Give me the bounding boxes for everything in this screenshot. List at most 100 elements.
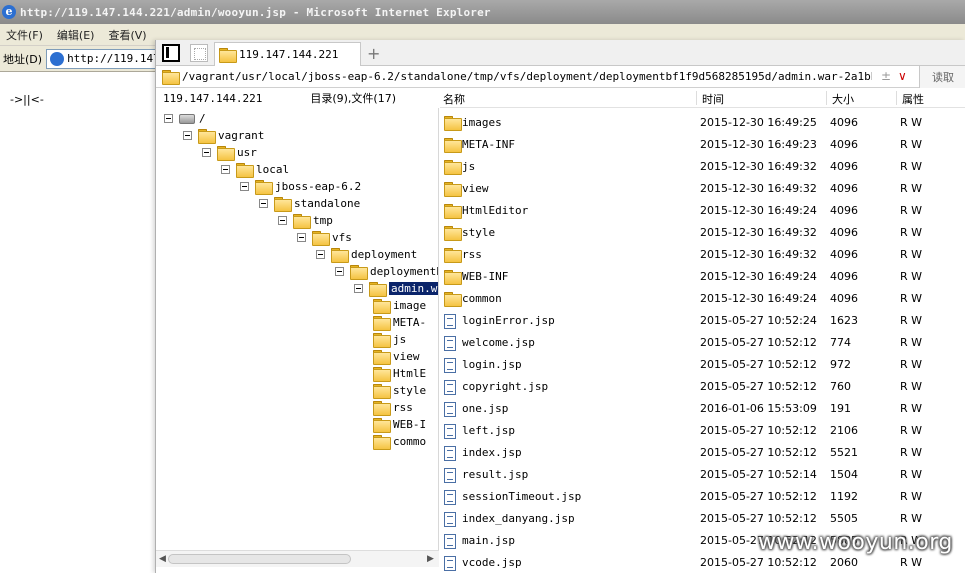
- menu-view[interactable]: 查看(V): [108, 27, 146, 43]
- chevron-down-icon[interactable]: ∨: [898, 69, 907, 83]
- file-row[interactable]: left.jsp 2015-05-27 10:52:12 2106 R W: [440, 420, 965, 442]
- column-size[interactable]: 大小: [832, 91, 854, 107]
- tree-item-label: deployment: [351, 248, 418, 261]
- scroll-left-icon[interactable]: ◀: [159, 554, 166, 564]
- file-attr: R W: [900, 248, 923, 261]
- menu-file[interactable]: 文件(F): [6, 27, 43, 43]
- collapse-toggle-icon[interactable]: [240, 182, 249, 191]
- path-input[interactable]: /vagrant/usr/local/jboss-eap-6.2/standal…: [182, 70, 872, 83]
- scroll-right-icon[interactable]: ▶: [427, 554, 434, 564]
- file-row[interactable]: META-INF 2015-12-30 16:49:23 4096 R W: [440, 134, 965, 156]
- address-value: http://119.147: [67, 52, 160, 65]
- file-row[interactable]: welcome.jsp 2015-05-27 10:52:12 774 R W: [440, 332, 965, 354]
- file-row[interactable]: js 2015-12-30 16:49:32 4096 R W: [440, 156, 965, 178]
- file-size: 4096: [830, 160, 858, 173]
- menu-edit[interactable]: 编辑(E): [57, 27, 95, 43]
- file-row[interactable]: WEB-INF 2015-12-30 16:49:24 4096 R W: [440, 266, 965, 288]
- file-row[interactable]: HtmlEditor 2015-12-30 16:49:24 4096 R W: [440, 200, 965, 222]
- tree-item[interactable]: vagrant: [183, 127, 264, 144]
- column-name[interactable]: 名称: [443, 91, 465, 107]
- folder-icon: [373, 435, 391, 450]
- folder-icon: [444, 292, 462, 307]
- file-row[interactable]: rss 2015-12-30 16:49:32 4096 R W: [440, 244, 965, 266]
- file-row[interactable]: loginError.jsp 2015-05-27 10:52:24 1623 R W: [440, 310, 965, 332]
- file-attr: R W: [900, 556, 923, 569]
- column-time[interactable]: 时间: [702, 91, 724, 107]
- tree-item[interactable]: commo: [373, 433, 426, 450]
- tree-item[interactable]: deployment: [316, 246, 417, 263]
- tree-item[interactable]: usr: [202, 144, 257, 161]
- file-row[interactable]: one.jsp 2016-01-06 15:53:09 191 R W: [440, 398, 965, 420]
- file-row[interactable]: sessionTimeout.jsp 2015-05-27 10:52:12 119…: [440, 486, 965, 508]
- folder-icon: [350, 265, 368, 280]
- tree-item[interactable]: META-: [373, 314, 426, 331]
- plus-minus-icon[interactable]: ±: [881, 69, 891, 83]
- tree-item[interactable]: image: [373, 297, 426, 314]
- collapse-toggle-icon[interactable]: [202, 148, 211, 157]
- file-row[interactable]: images 2015-12-30 16:49:25 4096 R W: [440, 112, 965, 134]
- file-time: 2015-12-30 16:49:24: [700, 292, 817, 305]
- file-row[interactable]: index.jsp 2015-05-27 10:52:12 5521 R W: [440, 442, 965, 464]
- tree-scrollbar[interactable]: ◀ ▶: [156, 550, 439, 567]
- tree-item[interactable]: vfs: [297, 229, 352, 246]
- tree-item[interactable]: style: [373, 382, 426, 399]
- file-icon: [444, 556, 456, 571]
- tree-item[interactable]: deploymentb: [335, 263, 438, 280]
- collapse-toggle-icon[interactable]: [354, 284, 363, 293]
- folder-icon: [373, 384, 391, 399]
- collapse-toggle-icon[interactable]: [183, 131, 192, 140]
- collapse-toggle-icon[interactable]: [297, 233, 306, 242]
- read-button[interactable]: 读取: [919, 66, 965, 88]
- file-time: 2015-05-27 10:52:12: [700, 424, 817, 437]
- column-attr[interactable]: 属性: [902, 91, 924, 107]
- file-row[interactable]: common 2015-12-30 16:49:24 4096 R W: [440, 288, 965, 310]
- file-icon: [444, 512, 456, 527]
- tree-item[interactable]: HtmlE: [373, 365, 426, 382]
- file-time: 2015-12-30 16:49:32: [700, 160, 817, 173]
- tree-item[interactable]: standalone: [259, 195, 360, 212]
- file-time: 2016-01-06 15:53:09: [700, 402, 817, 415]
- file-row[interactable]: result.jsp 2015-05-27 10:52:14 1504 R W: [440, 464, 965, 486]
- tree-item[interactable]: admin.wa: [354, 280, 438, 297]
- folder-icon: [444, 226, 462, 241]
- collapse-toggle-icon[interactable]: [164, 114, 173, 123]
- file-time: 2015-05-27 10:52:14: [700, 468, 817, 481]
- tree-item-label: standalone: [294, 197, 361, 210]
- collapse-toggle-icon[interactable]: [316, 250, 325, 259]
- file-time: 2015-05-27 10:52:12: [700, 446, 817, 459]
- file-name: sessionTimeout.jsp: [462, 490, 582, 503]
- file-name: js: [462, 160, 476, 173]
- tree-item[interactable]: /: [164, 110, 206, 127]
- file-icon: [444, 534, 456, 549]
- collapse-toggle-icon[interactable]: [259, 199, 268, 208]
- file-row[interactable]: view 2015-12-30 16:49:32 4096 R W: [440, 178, 965, 200]
- toggle-grid-icon[interactable]: [190, 44, 208, 62]
- collapse-toggle-icon[interactable]: [278, 216, 287, 225]
- tree-item[interactable]: local: [221, 161, 289, 178]
- file-row[interactable]: index_danyang.jsp 2015-05-27 10:52:12 5505…: [440, 508, 965, 530]
- tree-item-label: local: [256, 163, 290, 176]
- tree-item[interactable]: tmp: [278, 212, 333, 229]
- file-icon: [444, 446, 456, 461]
- scroll-thumb[interactable]: [168, 554, 351, 564]
- file-time: 2015-05-27 10:52:12: [700, 380, 817, 393]
- folder-icon: [444, 160, 462, 175]
- collapse-toggle-icon[interactable]: [335, 267, 344, 276]
- collapse-toggle-icon[interactable]: [221, 165, 230, 174]
- tree-item[interactable]: rss: [373, 399, 413, 416]
- tree-item[interactable]: WEB-I: [373, 416, 426, 433]
- file-row[interactable]: login.jsp 2015-05-27 10:52:12 972 R W: [440, 354, 965, 376]
- file-size: 4096: [830, 226, 858, 239]
- file-name: welcome.jsp: [462, 336, 535, 349]
- file-row[interactable]: copyright.jsp 2015-05-27 10:52:12 760 R W: [440, 376, 965, 398]
- tree-item[interactable]: js: [373, 331, 406, 348]
- toggle-left-pane-icon[interactable]: [162, 44, 180, 62]
- file-attr: R W: [900, 358, 923, 371]
- tab-server[interactable]: 119.147.144.221: [214, 42, 361, 66]
- tree-item[interactable]: view: [373, 348, 420, 365]
- file-row[interactable]: vcode.jsp 2015-05-27 10:52:12 2060 R W: [440, 552, 965, 573]
- tree-item[interactable]: jboss-eap-6.2: [240, 178, 361, 195]
- add-tab-button[interactable]: +: [367, 44, 380, 63]
- tab-label: 119.147.144.221: [239, 48, 339, 61]
- file-row[interactable]: style 2015-12-30 16:49:32 4096 R W: [440, 222, 965, 244]
